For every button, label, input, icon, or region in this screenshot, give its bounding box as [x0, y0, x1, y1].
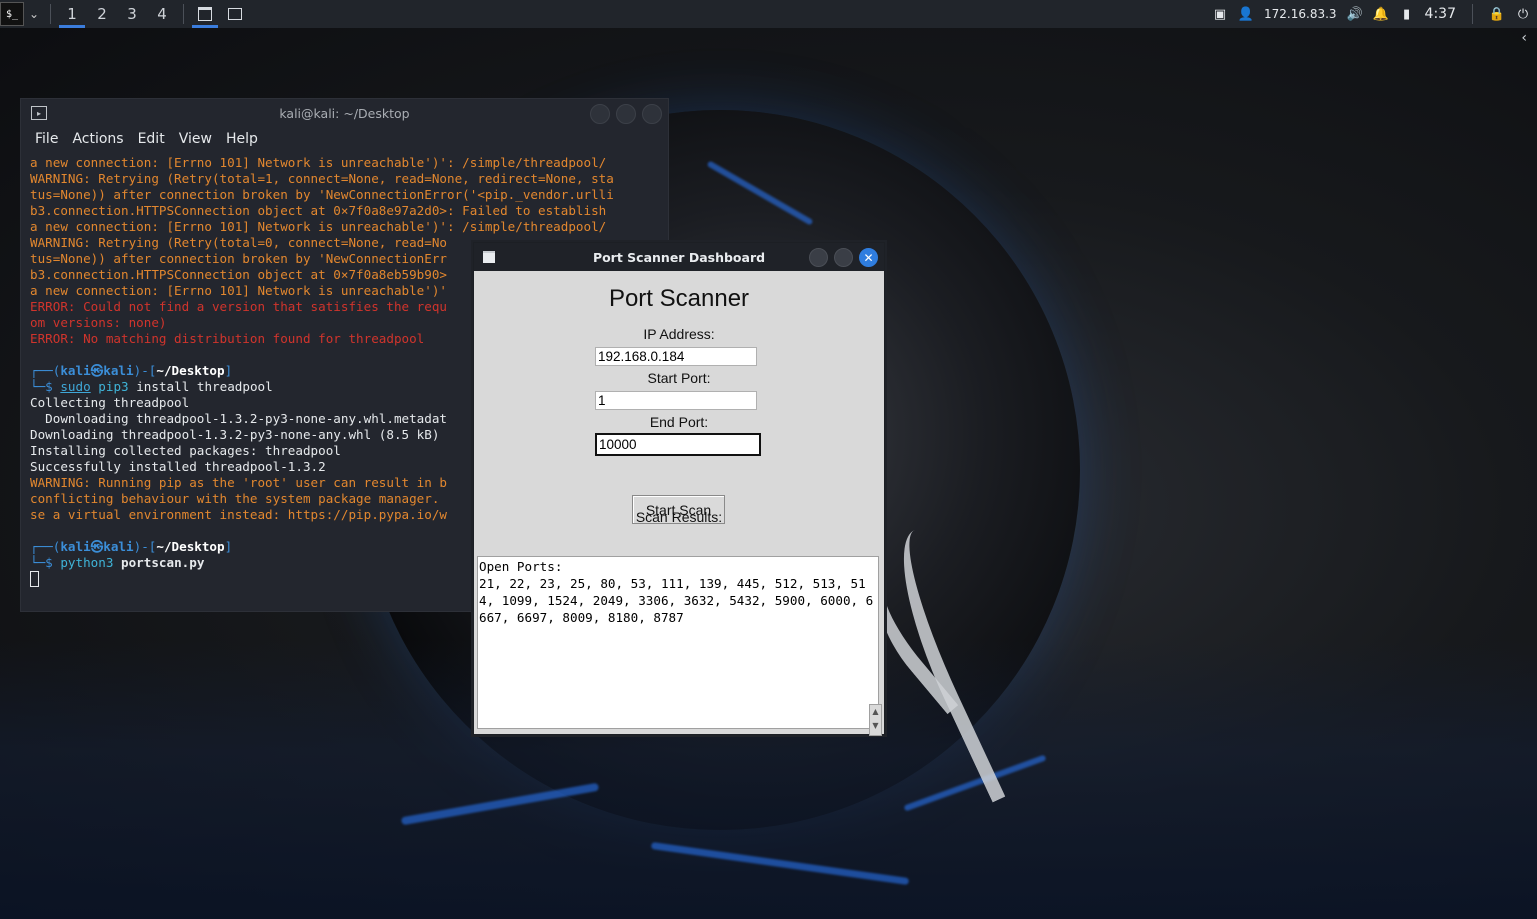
close-button[interactable]: ✕ [859, 248, 878, 267]
close-button[interactable] [642, 104, 662, 124]
prompt-user: kali㉿kali [60, 363, 134, 378]
terminal-line: WARNING: Retrying (Retry(total=1, connec… [30, 171, 614, 186]
terminal-line: tus=None)) after connection broken by 'N… [30, 187, 614, 202]
ip-address-input[interactable]: 192.168.0.184 [595, 347, 757, 366]
terminal-line: ERROR: Could not find a version that sat… [30, 299, 448, 314]
command-file: portscan.py [121, 555, 205, 570]
prompt-dollar: └─$ [30, 555, 61, 570]
panel-separator [50, 4, 51, 24]
minimize-button[interactable] [590, 104, 610, 124]
maximize-button[interactable] [616, 104, 636, 124]
minimize-button[interactable] [809, 248, 828, 267]
bell-icon[interactable]: 🔔 [1372, 6, 1388, 22]
terminal-title: kali@kali: ~/Desktop [279, 105, 410, 121]
lock-icon[interactable]: 🔒 [1489, 6, 1505, 22]
taskbar-window-dialog[interactable] [190, 0, 220, 28]
close-icon: ✕ [863, 250, 874, 265]
terminal-titlebar[interactable]: ▸ kali@kali: ~/Desktop [21, 99, 668, 127]
terminal-line: WARNING: Running pip as the 'root' user … [30, 475, 448, 490]
menu-file[interactable]: File [35, 131, 58, 147]
terminal-line: Downloading threadpool-1.3.2-py3-none-an… [30, 411, 448, 426]
page-title: Port Scanner [608, 285, 750, 312]
top-panel: $_ ⌄ 1 2 3 4 ▣ 👤 172.16.83.3 🔊 🔔 ▮ 4:37 … [0, 0, 1537, 28]
terminal-line: b3.connection.HTTPSConnection object at … [30, 267, 448, 282]
network-monitor-icon[interactable]: ▣ [1212, 6, 1228, 22]
battery-icon[interactable]: ▮ [1399, 6, 1415, 22]
terminal-line: a new connection: [Errno 101] Network is… [30, 219, 607, 234]
command-python: python3 [60, 555, 114, 570]
terminal-line: se a virtual environment instead: https:… [30, 507, 448, 522]
menu-help[interactable]: Help [226, 131, 258, 147]
dialog-title: Port Scanner Dashboard [592, 249, 766, 265]
panel-separator [1472, 4, 1473, 24]
menu-edit[interactable]: Edit [138, 131, 165, 147]
ip-address-label: IP Address: [643, 326, 715, 342]
prompt-user: kali㉿kali [60, 539, 134, 554]
terminal-menubar: File Actions Edit View Help [21, 127, 668, 151]
terminal-cursor [30, 571, 39, 587]
workspace-3[interactable]: 3 [117, 0, 147, 28]
terminal-line: Collecting threadpool [30, 395, 190, 410]
dialog-titlebar[interactable]: Port Scanner Dashboard ✕ [474, 243, 884, 271]
terminal-line: Installing collected packages: threadpoo… [30, 443, 341, 458]
terminal-line: conflicting behaviour with the system pa… [30, 491, 440, 506]
terminal-line: tus=None)) after connection broken by 'N… [30, 251, 448, 266]
system-tray: ▣ 👤 172.16.83.3 🔊 🔔 ▮ 4:37 🔒 ⏻ [1212, 4, 1537, 24]
start-port-label: Start Port: [647, 370, 711, 386]
terminal-line: WARNING: Retrying (Retry(total=0, connec… [30, 235, 448, 250]
app-menu-icon[interactable]: $_ [0, 2, 24, 26]
volume-icon[interactable]: 🔊 [1346, 6, 1362, 22]
terminal-line: om versions: none) [30, 315, 167, 330]
taskbar-window-terminal[interactable] [220, 0, 250, 28]
terminal-line: Downloading threadpool-1.3.2-py3-none-an… [30, 427, 440, 442]
start-port-input[interactable]: 1 [595, 391, 757, 410]
prompt-prefix: ┌──( [30, 539, 61, 554]
window-icon [198, 7, 212, 21]
prompt-dir: ~/Desktop [156, 539, 225, 554]
terminal-icon: ▸ [31, 106, 47, 120]
workspace-1[interactable]: 1 [57, 0, 87, 28]
results-scrollbar[interactable]: ▲ ▼ [869, 704, 882, 736]
prompt-mid: )-[ [133, 539, 157, 554]
ip-address-label: 172.16.83.3 [1264, 7, 1337, 21]
terminal-line: a new connection: [Errno 101] Network is… [30, 155, 607, 170]
terminal-line: Successfully installed threadpool-1.3.2 [30, 459, 326, 474]
scan-results-textarea[interactable]: Open Ports: 21, 22, 23, 25, 80, 53, 111,… [477, 556, 879, 729]
prompt-mid: )-[ [133, 363, 157, 378]
panel-separator [183, 4, 184, 24]
command-sudo: sudo [60, 379, 91, 394]
scan-results-label: Scan Results: [635, 509, 723, 525]
menu-view[interactable]: View [179, 131, 212, 147]
command-args: install threadpool [128, 379, 273, 394]
end-port-input[interactable]: 10000 [595, 433, 761, 456]
collapse-arrow-icon[interactable]: ‹ [1521, 30, 1527, 46]
end-port-label: End Port: [649, 414, 709, 430]
chevron-down-icon[interactable]: ⌄ [24, 7, 44, 21]
maximize-button[interactable] [834, 248, 853, 267]
vpn-user-icon[interactable]: 👤 [1238, 6, 1254, 22]
command-pip: pip3 [98, 379, 129, 394]
menu-actions[interactable]: Actions [72, 131, 123, 147]
prompt-dir: ~/Desktop [156, 363, 225, 378]
window-icon [483, 251, 495, 263]
prompt-end: ] [224, 363, 233, 378]
clock[interactable]: 4:37 [1425, 6, 1456, 22]
prompt-prefix: ┌──( [30, 363, 61, 378]
prompt-end: ] [224, 539, 233, 554]
workspace-4[interactable]: 4 [147, 0, 177, 28]
port-scanner-window: Port Scanner Dashboard ✕ Port Scanner IP… [473, 242, 885, 736]
prompt-dollar: └─$ [30, 379, 61, 394]
terminal-line: a new connection: [Errno 101] Network is… [30, 283, 448, 298]
dialog-content: Port Scanner IP Address: 192.168.0.184 S… [474, 271, 884, 736]
workspace-2[interactable]: 2 [87, 0, 117, 28]
scroll-up-icon[interactable]: ▲ [870, 705, 881, 719]
terminal-icon [228, 8, 242, 20]
logout-icon[interactable]: ⏻ [1515, 6, 1531, 22]
scroll-down-icon[interactable]: ▼ [870, 719, 881, 733]
terminal-line: b3.connection.HTTPSConnection object at … [30, 203, 607, 218]
terminal-line: ERROR: No matching distribution found fo… [30, 331, 425, 346]
